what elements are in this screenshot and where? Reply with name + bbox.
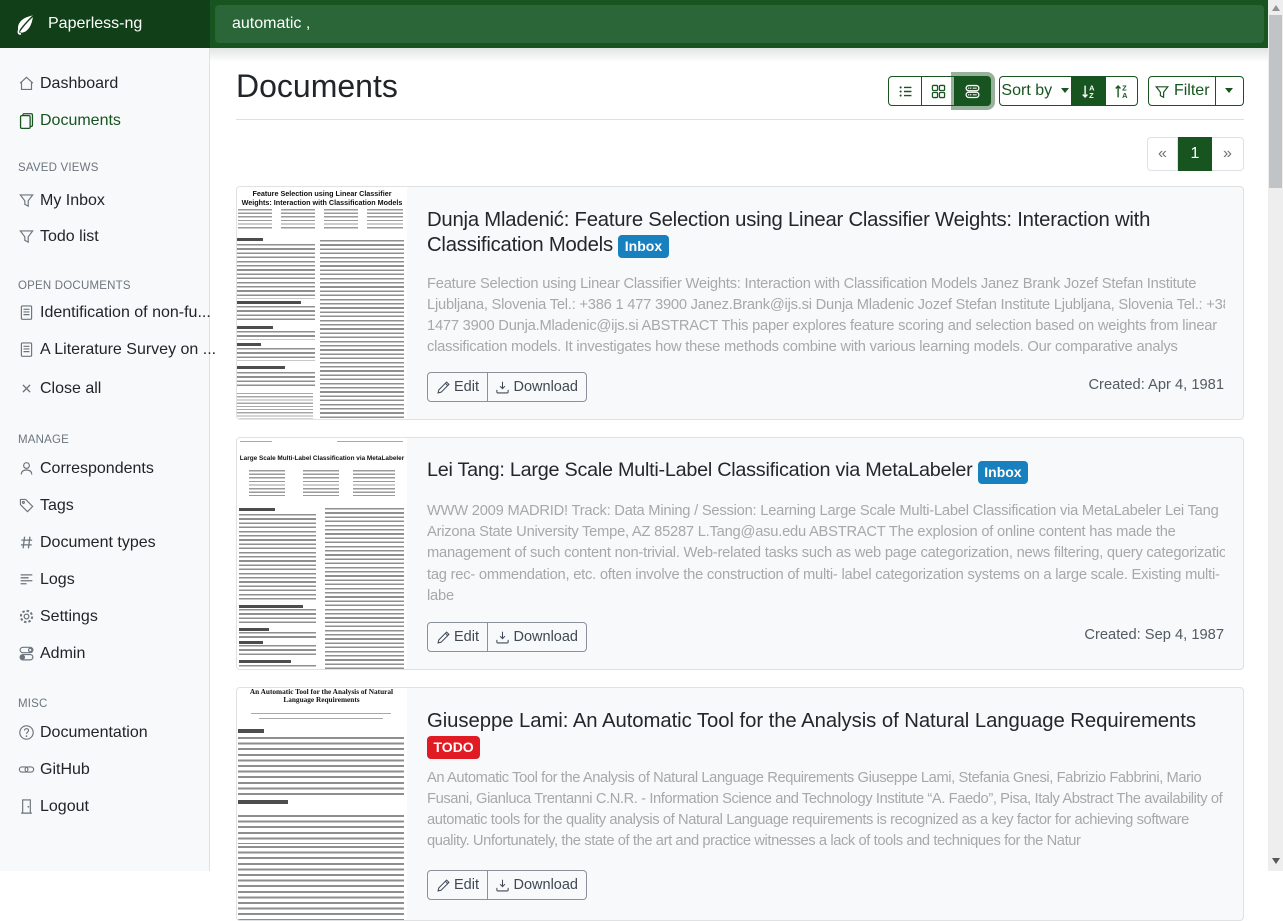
svg-text:Z: Z <box>1089 91 1094 100</box>
svg-text:A: A <box>1122 91 1128 100</box>
